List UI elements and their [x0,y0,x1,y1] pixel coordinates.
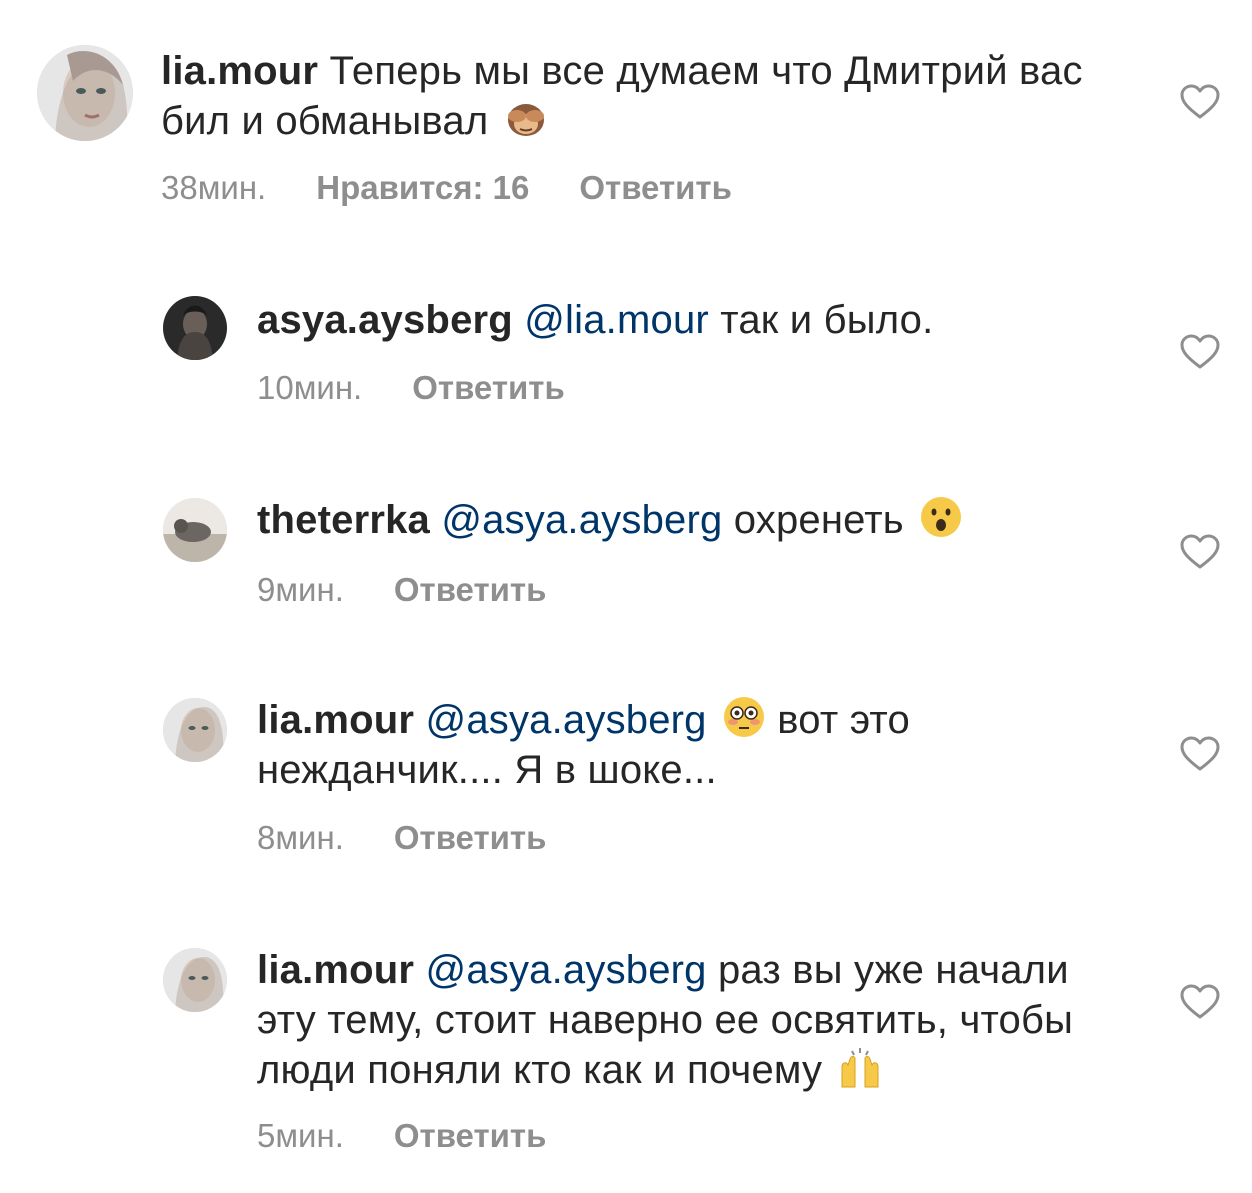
comment-mention-link[interactable]: @asya.aysberg [441,498,722,542]
comment-reply: theterrka @asya.aysberg охренеть 9мин. От… [0,480,1252,620]
avatar-photo-icon [163,296,227,360]
comment-username[interactable]: asya.aysberg [257,298,513,342]
avatar[interactable] [163,296,227,360]
comment-time: 10мин. [257,369,363,406]
comment-text: lia.mour @asya.aysberg вот это нежданчик… [257,695,997,795]
comment-mention-link[interactable]: @asya.aysberg [426,948,707,992]
raising-hands-icon [838,1045,882,1089]
comment-username[interactable]: theterrka [257,498,430,542]
comment-username[interactable]: lia.mour [257,948,414,992]
comment-time: 38мин. [161,169,267,206]
surprised-face-icon [919,495,963,539]
comment-meta: 10мин. Ответить [257,368,615,408]
comment-mention-link[interactable]: @lia.mour [524,298,709,342]
avatar-photo-icon [37,45,133,141]
comment-username[interactable]: lia.mour [257,698,414,742]
like-button[interactable] [1180,534,1220,570]
heart-icon [1180,736,1220,771]
like-button[interactable] [1180,736,1220,772]
like-button[interactable] [1180,334,1220,370]
comment-mention-link[interactable]: @asya.aysberg [426,698,707,742]
comment-text: theterrka @asya.aysberg охренеть [257,495,1137,545]
comment-body: так и было. [720,298,934,342]
comment-text: lia.mour @asya.aysberg раз вы уже начали… [257,945,1127,1095]
avatar[interactable] [163,948,227,1012]
comment-meta: 5мин. Ответить [257,1116,596,1156]
comment-text: asya.aysberg @lia.mour так и было. [257,295,1137,345]
avatar[interactable] [163,698,227,762]
comment-meta: 8мин. Ответить [257,818,596,858]
avatar-photo-icon [163,698,227,762]
comment-meta: 9мин. Ответить [257,570,596,610]
reply-button[interactable]: Ответить [394,1116,547,1156]
comment-likes-link[interactable]: Нравится: 16 [316,168,529,208]
see-no-evil-monkey-icon [504,96,548,140]
avatar[interactable] [163,498,227,562]
heart-icon [1180,334,1220,369]
comment-text: lia.mour Теперь мы все думаем что Дмитри… [161,46,1121,146]
comment: lia.mour Теперь мы все думаем что Дмитри… [0,0,1252,230]
heart-icon [1180,534,1220,569]
heart-icon [1180,84,1220,119]
reply-button[interactable]: Ответить [394,818,547,858]
comment-body: охренеть [733,498,904,542]
comment-reply: lia.mour @asya.aysberg вот это нежданчик… [0,680,1252,870]
avatar-photo-icon [163,498,227,562]
comment-time: 9мин. [257,571,344,608]
comment-time: 5мин. [257,1117,344,1154]
flushed-face-icon [722,695,766,739]
comment-reply: lia.mour @asya.aysberg раз вы уже начали… [0,930,1252,1170]
comment-time: 8мин. [257,819,344,856]
like-button[interactable] [1180,84,1220,120]
like-button[interactable] [1180,984,1220,1020]
comment-meta: 38мин. Нравится: 16 Ответить [161,168,782,208]
comment-reply: asya.aysberg @lia.mour так и было. 10мин… [0,280,1252,420]
heart-icon [1180,984,1220,1019]
avatar[interactable] [37,45,133,141]
comment-username[interactable]: lia.mour [161,49,318,93]
reply-button[interactable]: Ответить [579,168,732,208]
avatar-photo-icon [163,948,227,1012]
reply-button[interactable]: Ответить [394,570,547,610]
reply-button[interactable]: Ответить [412,368,565,408]
